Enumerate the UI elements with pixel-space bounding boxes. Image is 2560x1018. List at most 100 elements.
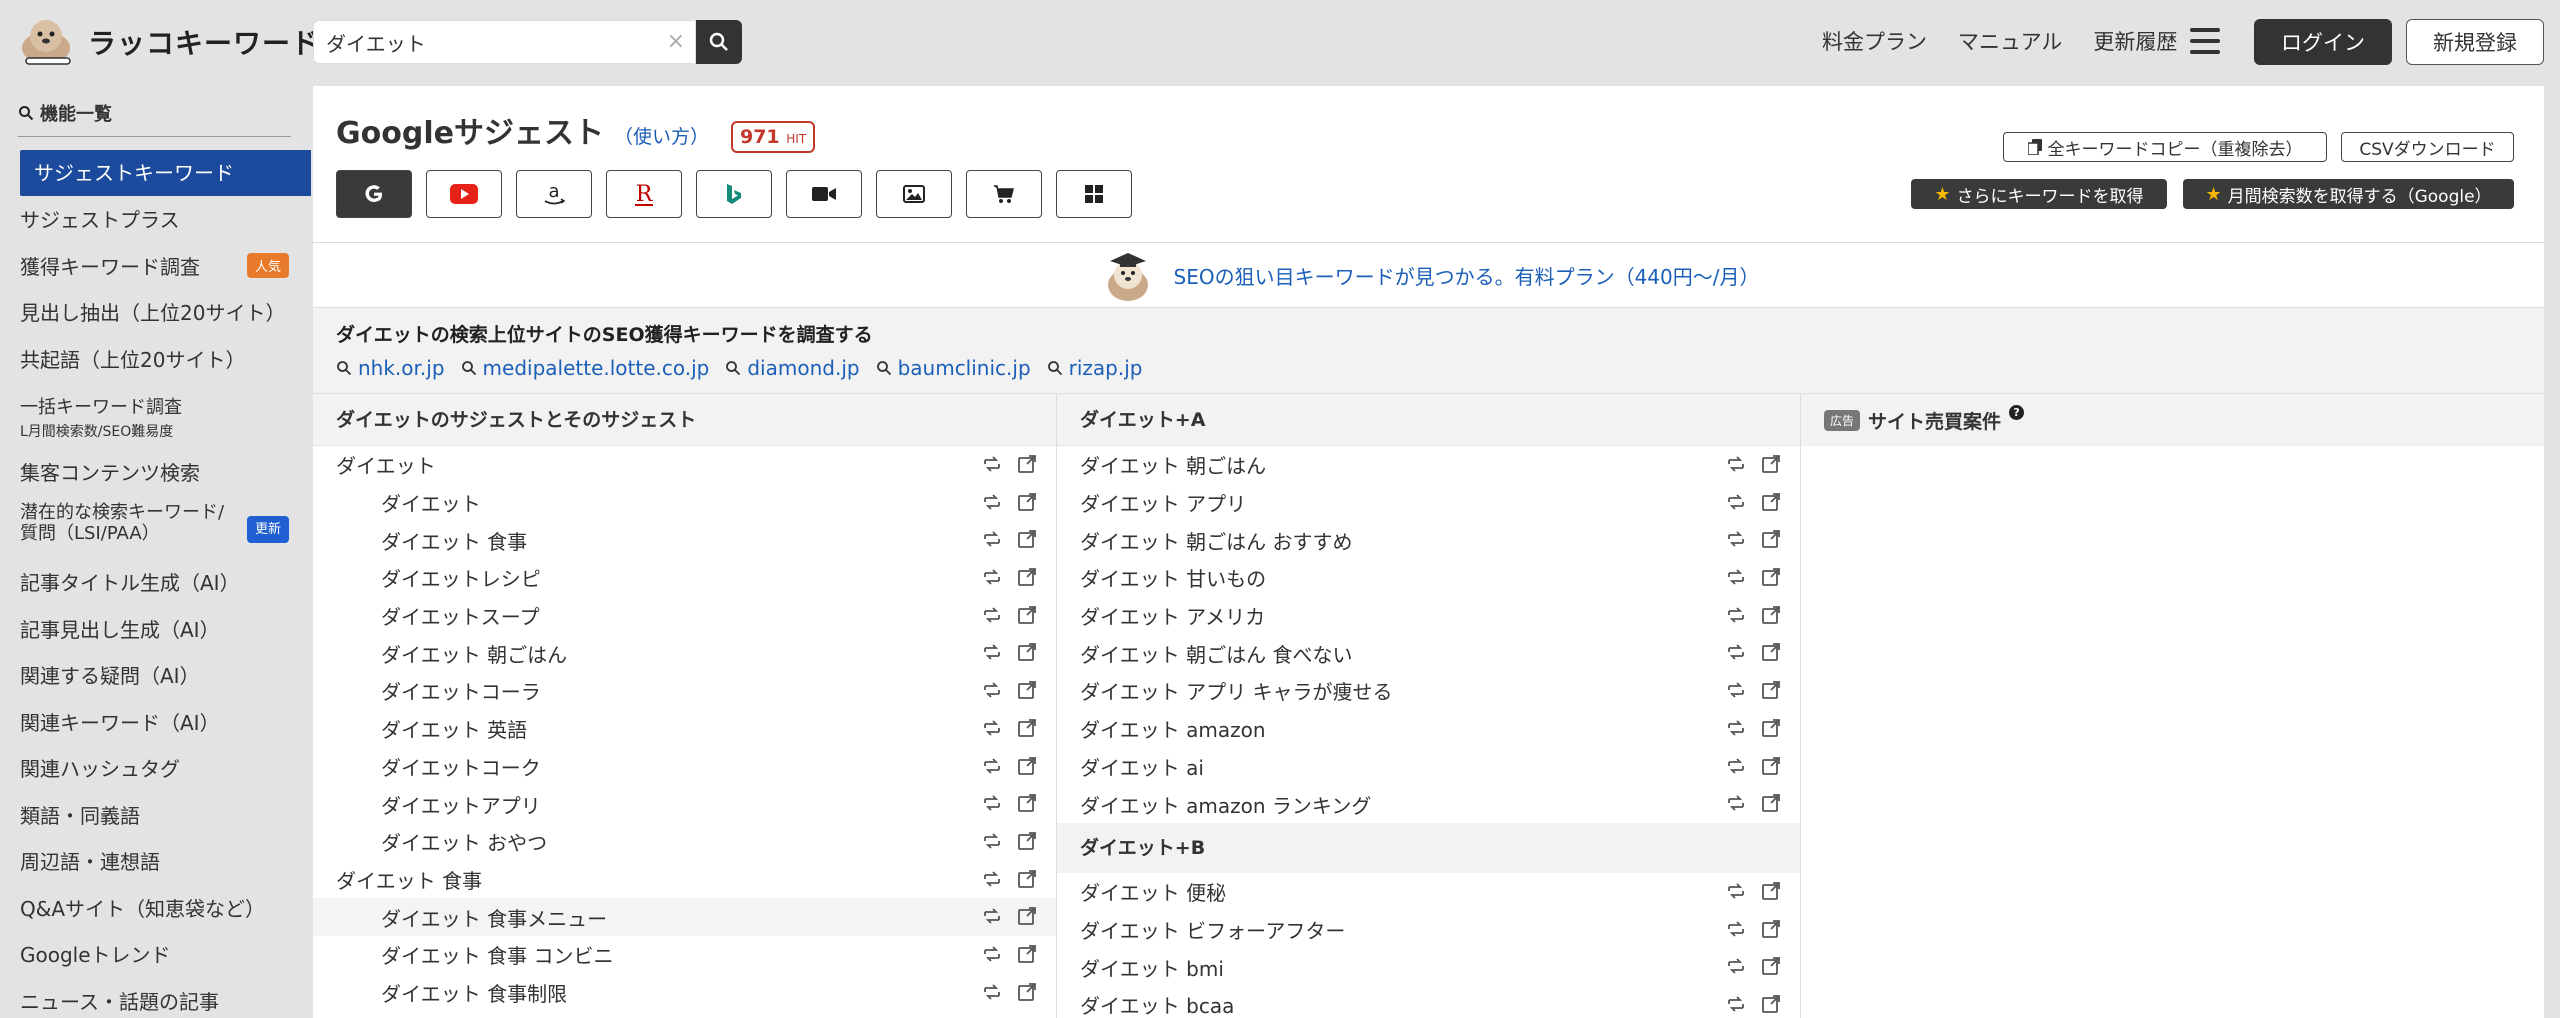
external-link-icon[interactable] bbox=[1762, 492, 1780, 511]
external-link-icon[interactable] bbox=[1018, 681, 1036, 700]
refresh-icon[interactable] bbox=[1726, 719, 1746, 737]
refresh-icon[interactable] bbox=[982, 643, 1002, 661]
external-link-icon[interactable] bbox=[1762, 794, 1780, 813]
site-link[interactable]: diamond.jp bbox=[725, 356, 860, 380]
external-link-icon[interactable] bbox=[1762, 681, 1780, 700]
sidebar-item-suggest-keyword[interactable]: サジェストキーワード bbox=[20, 150, 311, 196]
refresh-icon[interactable] bbox=[982, 870, 1002, 888]
external-link-icon[interactable] bbox=[1762, 605, 1780, 624]
external-link-icon[interactable] bbox=[1018, 945, 1036, 963]
refresh-icon[interactable] bbox=[1726, 794, 1746, 812]
signup-button[interactable]: 新規登録 bbox=[2406, 19, 2544, 65]
menu-icon[interactable] bbox=[2190, 28, 2220, 54]
sidebar-item-associations[interactable]: 周辺語・連想語 bbox=[20, 846, 311, 875]
logo[interactable]: ラッコキーワード bbox=[16, 14, 320, 70]
keyword-row[interactable]: ダイエット おやつ bbox=[313, 823, 1056, 861]
keyword-row[interactable]: ダイエットアプリ bbox=[313, 785, 1056, 823]
nav-manual-link[interactable]: マニュアル bbox=[1958, 26, 2062, 56]
keyword-row[interactable]: ダイエット amazon ランキング bbox=[1057, 785, 1800, 823]
keyword-row[interactable]: ダイエットコーラ bbox=[313, 672, 1056, 710]
refresh-icon[interactable] bbox=[1726, 882, 1746, 900]
external-link-icon[interactable] bbox=[1018, 455, 1036, 473]
sidebar-item-latent-keyword[interactable]: 潜在的な検索キーワード/ 質問（LSI/PAA） 更新 bbox=[20, 502, 311, 544]
external-link-icon[interactable] bbox=[1018, 568, 1036, 586]
refresh-icon[interactable] bbox=[982, 907, 1002, 925]
sidebar-item-questions-ai[interactable]: 関連する疑問（AI） bbox=[20, 660, 311, 689]
refresh-icon[interactable] bbox=[982, 568, 1002, 586]
refresh-icon[interactable] bbox=[982, 945, 1002, 963]
keyword-row[interactable]: ダイエット 朝ごはん bbox=[313, 634, 1056, 672]
external-link-icon[interactable] bbox=[1762, 995, 1780, 1013]
keyword-row[interactable]: ダイエット ビフォーアフター bbox=[1057, 911, 1800, 949]
sidebar-item-synonyms[interactable]: 類語・同義語 bbox=[20, 800, 311, 829]
sidebar-item-qa-sites[interactable]: Q&Aサイト（知恵袋など） bbox=[20, 893, 311, 922]
keyword-row[interactable]: ダイエット bbox=[313, 484, 1056, 522]
keyword-row[interactable]: ダイエット 英語 bbox=[313, 710, 1056, 748]
refresh-icon[interactable] bbox=[982, 493, 1002, 511]
get-more-keywords-button[interactable]: ★ さらにキーワードを取得 bbox=[1911, 179, 2167, 209]
search-input[interactable] bbox=[326, 30, 656, 54]
promo-banner[interactable]: SEOの狙い目キーワードが見つかる。有料プラン（440円〜/月） bbox=[313, 242, 2544, 308]
csv-download-button[interactable]: CSVダウンロード bbox=[2341, 132, 2514, 162]
engine-bing-button[interactable] bbox=[696, 170, 772, 218]
engine-google-button[interactable] bbox=[336, 170, 412, 218]
keyword-row[interactable]: ダイエットスープ bbox=[313, 597, 1056, 635]
copy-all-keywords-button[interactable]: 全キーワードコピー（重複除去） bbox=[2003, 132, 2327, 162]
keyword-row[interactable]: ダイエット 食事 bbox=[313, 521, 1056, 559]
sidebar-item-heading-ai[interactable]: 記事見出し生成（AI） bbox=[20, 614, 311, 643]
keyword-row[interactable]: ダイエット ai bbox=[1057, 748, 1800, 786]
site-link[interactable]: baumclinic.jp bbox=[876, 356, 1031, 380]
engine-youtube-button[interactable] bbox=[426, 170, 502, 218]
external-link-icon[interactable] bbox=[1018, 831, 1036, 850]
engine-apps-button[interactable] bbox=[1056, 170, 1132, 218]
sidebar-item-related-ai[interactable]: 関連キーワード（AI） bbox=[20, 707, 311, 736]
refresh-icon[interactable] bbox=[1726, 493, 1746, 511]
get-monthly-volume-button[interactable]: ★ 月間検索数を取得する（Google） bbox=[2183, 179, 2514, 209]
external-link-icon[interactable] bbox=[1018, 530, 1036, 549]
engine-image-button[interactable] bbox=[876, 170, 952, 218]
keyword-row[interactable]: ダイエット bcaa bbox=[1057, 986, 1800, 1018]
keyword-row[interactable]: ダイエット 朝ごはん 食べない bbox=[1057, 634, 1800, 672]
site-link[interactable]: medipalette.lotte.co.jp bbox=[461, 356, 709, 380]
refresh-icon[interactable] bbox=[982, 719, 1002, 737]
keyword-row[interactable]: ダイエット amazon bbox=[1057, 710, 1800, 748]
refresh-icon[interactable] bbox=[1726, 530, 1746, 548]
external-link-icon[interactable] bbox=[1762, 530, 1780, 549]
site-link[interactable]: nhk.or.jp bbox=[336, 356, 445, 380]
keyword-row[interactable]: ダイエットレシピ bbox=[313, 559, 1056, 597]
external-link-icon[interactable] bbox=[1018, 869, 1036, 888]
refresh-icon[interactable] bbox=[1726, 455, 1746, 473]
keyword-row[interactable]: ダイエット 食事制限 bbox=[313, 974, 1056, 1012]
external-link-icon[interactable] bbox=[1018, 907, 1036, 926]
external-link-icon[interactable] bbox=[1762, 455, 1780, 473]
engine-rakuten-button[interactable]: R bbox=[606, 170, 682, 218]
refresh-icon[interactable] bbox=[982, 606, 1002, 624]
keyword-row[interactable]: ダイエット bmi bbox=[1057, 948, 1800, 986]
refresh-icon[interactable] bbox=[1726, 757, 1746, 775]
refresh-icon[interactable] bbox=[1726, 995, 1746, 1013]
external-link-icon[interactable] bbox=[1018, 492, 1036, 511]
keyword-row[interactable]: ダイエット アプリ キャラが痩せる bbox=[1057, 672, 1800, 710]
sidebar-item-title-ai[interactable]: 記事タイトル生成（AI） bbox=[20, 567, 311, 596]
keyword-row[interactable]: ダイエット 甘いもの bbox=[1057, 559, 1800, 597]
external-link-icon[interactable] bbox=[1762, 919, 1780, 938]
help-icon[interactable]: ? bbox=[2009, 404, 2025, 420]
refresh-icon[interactable] bbox=[982, 794, 1002, 812]
sidebar-item-cooccurrence[interactable]: 共起語（上位20サイト） bbox=[20, 344, 311, 373]
keyword-row[interactable]: ダイエット アメリカ bbox=[1057, 597, 1800, 635]
sidebar-item-heading-extract[interactable]: 見出し抽出（上位20サイト） bbox=[20, 297, 311, 326]
refresh-icon[interactable] bbox=[982, 757, 1002, 775]
keyword-row[interactable]: ダイエット 食事 bbox=[313, 861, 1056, 899]
keyword-row[interactable]: ダイエット 朝ごはん bbox=[1057, 446, 1800, 484]
external-link-icon[interactable] bbox=[1018, 605, 1036, 624]
external-link-icon[interactable] bbox=[1762, 643, 1780, 662]
refresh-icon[interactable] bbox=[1726, 957, 1746, 975]
keyword-row[interactable]: ダイエット 食事メニュー bbox=[313, 898, 1056, 936]
refresh-icon[interactable] bbox=[1726, 681, 1746, 699]
nav-changelog-link[interactable]: 更新履歴 bbox=[2093, 26, 2177, 56]
engine-amazon-button[interactable]: a bbox=[516, 170, 592, 218]
sidebar-item-content-search[interactable]: 集客コンテンツ検索 bbox=[20, 457, 311, 486]
keyword-row[interactable]: ダイエット 食事 コンビニ bbox=[313, 936, 1056, 974]
howto-link[interactable]: （使い方） bbox=[614, 122, 709, 149]
keyword-row[interactable]: ダイエット 朝ごはん おすすめ bbox=[1057, 521, 1800, 559]
